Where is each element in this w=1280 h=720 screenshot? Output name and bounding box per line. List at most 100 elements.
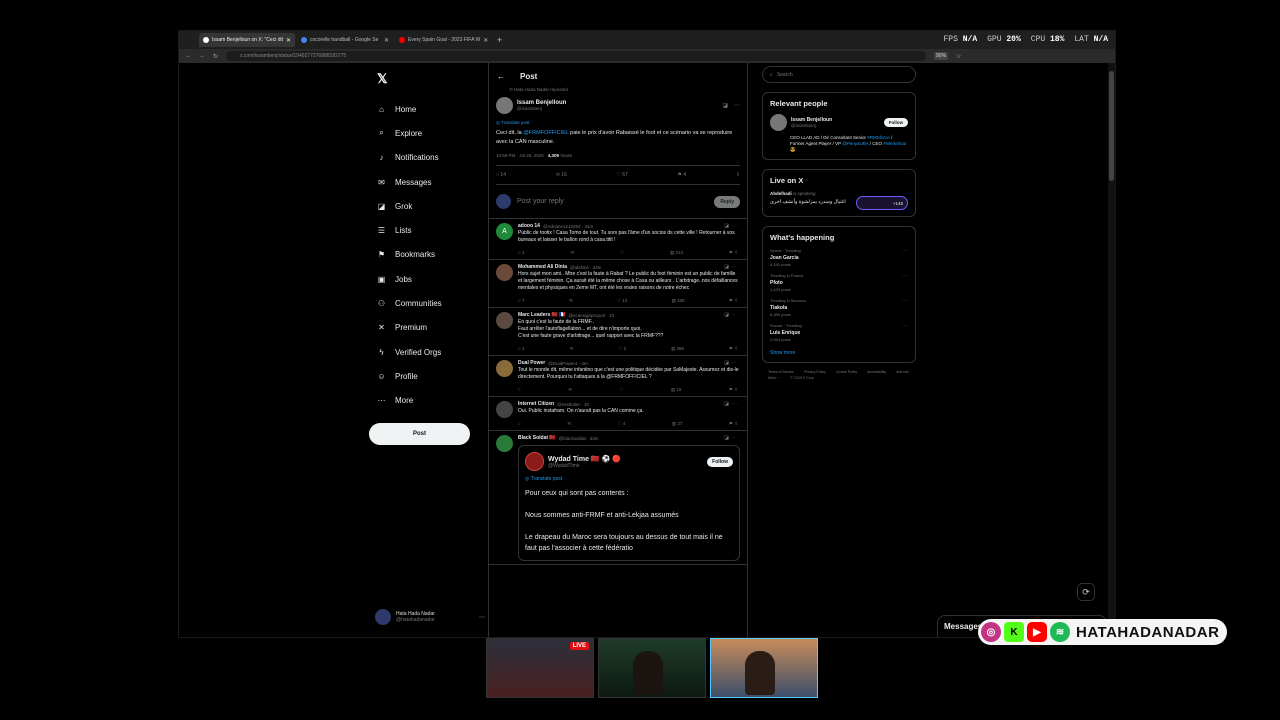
reply-author[interactable]: Black Soldat 🇲🇦 [518, 435, 556, 441]
nav-item-bookmarks[interactable]: ⚑ Bookmarks [369, 243, 479, 267]
grok-float-icon[interactable]: ⟳ [1077, 583, 1095, 601]
star-icon[interactable]: ☆ [956, 53, 961, 60]
avatar[interactable] [525, 452, 544, 471]
more-icon[interactable]: ◪⋯ [724, 264, 740, 270]
x-logo-icon[interactable]: 𝕏 [377, 71, 479, 87]
more-icon[interactable]: ⋯ [903, 248, 908, 254]
reply-handle[interactable]: @DualPower4 · 4m [548, 361, 587, 366]
more-icon[interactable]: ⋯ [903, 273, 908, 279]
back-arrow-icon[interactable]: ← [497, 72, 505, 81]
repost-action[interactable]: ⟲ [570, 250, 574, 256]
bookmark-icon[interactable]: ⚑ ⇪ [729, 346, 738, 352]
table-row[interactable]: Dual Power @DualPower4 · 4m ◪⋯ Tout le mon… [489, 356, 747, 397]
footer-link[interactable]: More ··· [768, 375, 780, 381]
more-icon[interactable]: ◪⋯ [724, 435, 740, 441]
reply-handle[interactable]: @alidinia · 43m [570, 265, 601, 270]
table-row[interactable]: Mohammed Ali Dinia @alidinia · 43m ◪⋯ Hors… [489, 260, 747, 308]
browser-tab[interactable]: cocorelle handball - Google Se ✕ [297, 33, 393, 47]
close-icon[interactable]: ✕ [483, 37, 488, 44]
reply-author[interactable]: Mohammed Ali Dinia [518, 264, 567, 270]
translate-link[interactable]: ◎ Translate post [496, 120, 740, 126]
views-action[interactable]: ▥ 27 [672, 421, 683, 427]
more-icon[interactable]: ⋯ [903, 298, 908, 304]
reply-handle[interactable]: @nssbmler · 1h [557, 402, 589, 407]
bookmark-icon[interactable]: ⚑ ⇪ [729, 298, 738, 304]
views-action[interactable]: ▥ 335 [672, 298, 685, 304]
repost-action[interactable]: ⟲ [569, 346, 573, 352]
more-icon[interactable]: ◪⋯ [724, 360, 740, 366]
share-icon[interactable]: ⇪ [736, 172, 740, 178]
reply-action[interactable]: ○ 1 [518, 346, 524, 352]
views-action[interactable]: ▥ 15 [671, 387, 682, 393]
like-action[interactable]: ♡ 67 [616, 172, 627, 178]
translate-link[interactable]: ◎ Translate post [525, 476, 733, 482]
bookmark-action[interactable]: ⚑ 4 [678, 172, 687, 178]
close-icon[interactable]: ✕ [384, 37, 389, 44]
bookmark-icon[interactable]: ⚑ ⇪ [729, 387, 738, 393]
translate-text[interactable]: Translate post [501, 120, 529, 125]
footer-link[interactable]: Cookie Policy [836, 369, 857, 375]
avatar[interactable] [496, 312, 513, 329]
more-icon[interactable]: ◪⋯ [724, 223, 740, 229]
more-icon[interactable]: ⋯ [479, 614, 485, 621]
like-action[interactable]: ♡ [619, 387, 623, 393]
avatar[interactable] [496, 401, 513, 418]
nav-item-premium[interactable]: ✕ Premium [369, 316, 479, 340]
url-field[interactable]: x.com/issambenj/status/19492772768881827… [226, 51, 927, 61]
trend-item[interactable]: Soccer · Trending Luis Enrique 2,054 posts… [770, 323, 908, 342]
views-action[interactable]: ▥ 366 [671, 346, 684, 352]
forward-icon[interactable]: → [199, 53, 205, 59]
more-icon[interactable]: ◪⋯ [724, 401, 740, 407]
footer-link[interactable]: Ads info [896, 369, 909, 375]
nav-item-grok[interactable]: ◪ Grok [369, 194, 479, 218]
like-action[interactable]: ♡ 13 [617, 298, 627, 304]
hashtag-link[interactable]: #Wertelmar [883, 141, 906, 146]
reply-button[interactable]: Reply [714, 195, 740, 208]
reply-handle[interactable]: @ecdesignpropod · 1h [568, 313, 614, 318]
repost-action[interactable]: ⟲ 16 [556, 172, 567, 178]
avatar[interactable] [770, 114, 787, 131]
more-icon[interactable]: ⋯ [903, 323, 908, 329]
repost-action[interactable]: ⟲ [567, 421, 571, 427]
like-action[interactable]: ♡ [620, 250, 624, 256]
account-switcher[interactable]: Hata Hada Nadar @hatahadanadar ⋯ [375, 609, 485, 625]
table-row[interactable]: Black Soldat 🇲🇦 @blacksoldat · 33m ◪⋯ Wyda… [489, 431, 747, 565]
nav-item-profile[interactable]: ☺ Profile [369, 364, 479, 388]
avatar[interactable] [496, 435, 513, 452]
avatar[interactable]: A [496, 223, 513, 240]
repost-action[interactable]: ⟲ [569, 298, 573, 304]
views-action[interactable]: ▥ 213 [670, 250, 683, 256]
nav-item-notifications[interactable]: ♪ Notifications [369, 146, 479, 170]
like-action[interactable]: ♡ 4 [618, 421, 626, 427]
avatar[interactable] [496, 360, 513, 377]
reload-icon[interactable]: ↻ [213, 53, 218, 60]
show-more-link[interactable]: Show more [770, 350, 908, 356]
nav-item-home[interactable]: ⌂ Home [369, 97, 479, 121]
reply-author[interactable]: Internet Citizen [518, 401, 554, 407]
quote-author[interactable]: Wydad Time 🇲🇦 ⚽ 🔴 [548, 455, 621, 463]
nav-item-communities[interactable]: ⚇ Communities [369, 291, 479, 315]
table-row[interactable]: Marc Leaders 🇲🇦 🇫🇷 @ecdesignpropod · 1h ◪⋯… [489, 308, 747, 356]
mention-link[interactable]: @FRMFOFFICIEL [523, 130, 568, 136]
avatar[interactable] [496, 97, 513, 114]
trend-item[interactable]: Trending in France Pfoto 1,433 posts ⋯ [770, 273, 908, 292]
translate-text[interactable]: Translate post [531, 476, 563, 482]
follow-button[interactable]: Follow [707, 456, 733, 467]
reply-author[interactable]: adooo 14 [518, 223, 540, 229]
avatar[interactable] [496, 264, 513, 281]
reply-action[interactable]: ○ 14 [496, 172, 506, 178]
nav-item-jobs[interactable]: ▣ Jobs [369, 267, 479, 291]
reply-action[interactable]: ○ 7 [518, 298, 524, 304]
reply-author[interactable]: Marc Leaders 🇲🇦 🇫🇷 [518, 312, 565, 318]
reply-handle[interactable]: @blacksoldat · 33m [559, 436, 599, 441]
quote-handle[interactable]: @WydadTime [548, 463, 621, 469]
new-tab-button[interactable]: + [497, 35, 502, 45]
footer-link[interactable]: Accessibility [867, 369, 886, 375]
nav-item-verified-orgs[interactable]: ϟ Verified Orgs [369, 340, 479, 364]
live-space[interactable]: Abdelhadi is speaking اغتيال وسدرد بمزلش… [770, 191, 908, 210]
browser-tab[interactable]: Issam Benjelloun on X: "Ceci dit ✕ [199, 33, 295, 47]
more-icon[interactable]: ⋯ [734, 102, 740, 109]
zoom-badge[interactable]: 90% [934, 52, 949, 60]
scrollbar-thumb[interactable] [1109, 71, 1114, 181]
close-icon[interactable]: ✕ [286, 37, 291, 44]
